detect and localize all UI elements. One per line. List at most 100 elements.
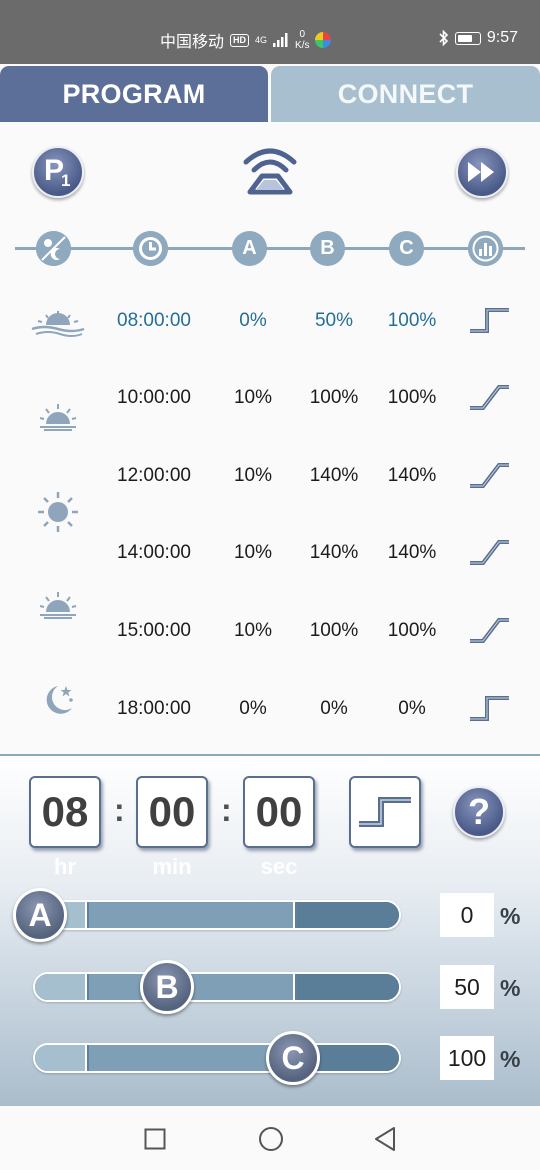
channel-b-slider[interactable] — [33, 972, 401, 1002]
recents-icon[interactable] — [144, 1128, 166, 1150]
system-nav-bar — [0, 1106, 540, 1170]
battery-fill — [457, 34, 472, 42]
net-speed-value: 0 — [299, 29, 306, 40]
row-channel-b: 50% — [314, 310, 354, 331]
tab-program[interactable]: PROGRAM — [0, 66, 268, 122]
row-channel-a: 10% — [233, 542, 273, 563]
back-icon[interactable] — [373, 1126, 397, 1152]
status-bar-right: 9:57 — [439, 29, 518, 47]
row-channel-c: 100% — [387, 620, 437, 641]
channel-c-slider[interactable] — [33, 1043, 401, 1073]
channel-a-value[interactable]: 0 — [440, 893, 494, 937]
row-channel-c: 140% — [387, 542, 437, 563]
fast-forward-icon — [468, 162, 494, 182]
program-select-button[interactable]: P 1 — [32, 146, 84, 198]
schedule-row[interactable]: 15:00:00 10% 100% 100% — [0, 610, 540, 650]
row-time: 08:00:00 — [117, 310, 191, 331]
channel-c-header: C — [389, 231, 424, 266]
time-separator: : — [221, 792, 232, 828]
row-channel-c: 100% — [387, 387, 437, 408]
status-bar: 中国移动 HD 4G 0 K/s 9:57 — [0, 0, 540, 64]
clock-icon — [133, 231, 168, 266]
channel-c-knob[interactable]: C — [266, 1031, 320, 1085]
signal-icon — [273, 33, 288, 47]
hours-field[interactable]: 08 — [29, 776, 101, 848]
app-notification-icon — [315, 32, 332, 48]
row-time: 10:00:00 — [117, 387, 191, 408]
row-time: 12:00:00 — [117, 465, 191, 486]
step-mode-icon — [470, 308, 509, 333]
net-speed-unit: K/s — [295, 40, 310, 51]
channel-b-unit: % — [500, 975, 521, 1001]
battery-icon — [454, 31, 481, 45]
schedule-row[interactable]: 14:00:00 10% 140% 140% — [0, 532, 540, 572]
row-channel-b: 100% — [309, 620, 359, 641]
channel-c-value[interactable]: 100 — [440, 1036, 494, 1080]
channel-a-knob[interactable]: A — [13, 888, 67, 942]
slider-segment — [89, 1045, 295, 1071]
ramp-mode-icon — [470, 540, 509, 565]
seconds-field[interactable]: 00 — [243, 776, 315, 848]
hours-label: hr — [54, 854, 76, 879]
ramp-mode-icon — [470, 618, 509, 643]
schedule-row[interactable]: 10:00:00 10% 100% 100% — [0, 377, 540, 417]
channel-b-value[interactable]: 50 — [440, 965, 494, 1009]
row-channel-b: 0% — [320, 698, 348, 719]
hd-badge: HD — [230, 33, 250, 47]
seconds-label: sec — [260, 854, 298, 879]
wireless-device-icon[interactable] — [240, 142, 300, 198]
intensity-icon — [468, 231, 503, 266]
minutes-field[interactable]: 00 — [136, 776, 208, 848]
row-channel-a: 10% — [233, 387, 273, 408]
editor-panel: 08 : 00 : 00 hr min sec ? A 0 % B 50 % C… — [0, 756, 540, 1106]
channel-b-knob[interactable]: B — [140, 960, 194, 1014]
step-mode-icon — [470, 696, 509, 721]
row-channel-a: 0% — [239, 310, 267, 331]
row-channel-a: 0% — [239, 698, 267, 719]
row-channel-b: 140% — [309, 542, 359, 563]
bluetooth-icon — [439, 30, 448, 46]
schedule-row[interactable]: 12:00:00 10% 140% 140% — [0, 455, 540, 495]
time-separator: : — [114, 792, 125, 828]
noon-sun-icon — [38, 492, 78, 532]
channel-a-unit: % — [500, 903, 521, 929]
step-mode-icon — [359, 797, 411, 827]
slider-segment — [35, 974, 87, 1000]
header-line — [15, 247, 525, 250]
slider-segment — [297, 902, 399, 928]
ramp-mode-icon — [470, 385, 509, 410]
ramp-mode-icon — [470, 463, 509, 488]
help-button[interactable]: ? — [453, 786, 505, 838]
tab-bar: PROGRAM CONNECT — [0, 64, 540, 122]
slider-segment — [35, 1045, 87, 1071]
slider-segment — [297, 974, 399, 1000]
row-time: 18:00:00 — [117, 698, 191, 719]
day-night-icon — [36, 231, 71, 266]
carrier-label: 中国移动 — [160, 34, 225, 51]
row-channel-b: 100% — [309, 387, 359, 408]
channel-a-header: A — [232, 231, 267, 266]
clock: 9:57 — [486, 29, 518, 46]
row-time: 15:00:00 — [117, 620, 191, 641]
program-number: 1 — [61, 171, 71, 190]
schedule-row[interactable]: 18:00:00 0% 0% 0% — [0, 688, 540, 728]
transition-mode-button[interactable] — [349, 776, 421, 848]
tab-connect[interactable]: CONNECT — [271, 66, 540, 122]
row-channel-c: 0% — [398, 698, 426, 719]
minutes-label: min — [152, 854, 192, 879]
signal-label: 4G — [255, 35, 268, 45]
row-channel-c: 140% — [387, 465, 437, 486]
row-channel-b: 140% — [309, 465, 359, 486]
channel-b-header: B — [310, 231, 345, 266]
net-speed: 0 K/s — [295, 29, 309, 51]
row-channel-a: 10% — [233, 465, 273, 486]
row-time: 14:00:00 — [117, 542, 191, 563]
channel-c-unit: % — [500, 1046, 521, 1072]
slider-segment — [89, 902, 295, 928]
schedule-row[interactable]: 08:00:00 0% 50% 100% — [0, 300, 540, 340]
channel-header: A B C — [0, 222, 540, 276]
row-channel-a: 10% — [233, 620, 273, 641]
channel-a-slider[interactable] — [33, 900, 401, 930]
home-icon[interactable] — [258, 1126, 284, 1152]
fast-forward-button[interactable] — [456, 146, 508, 198]
